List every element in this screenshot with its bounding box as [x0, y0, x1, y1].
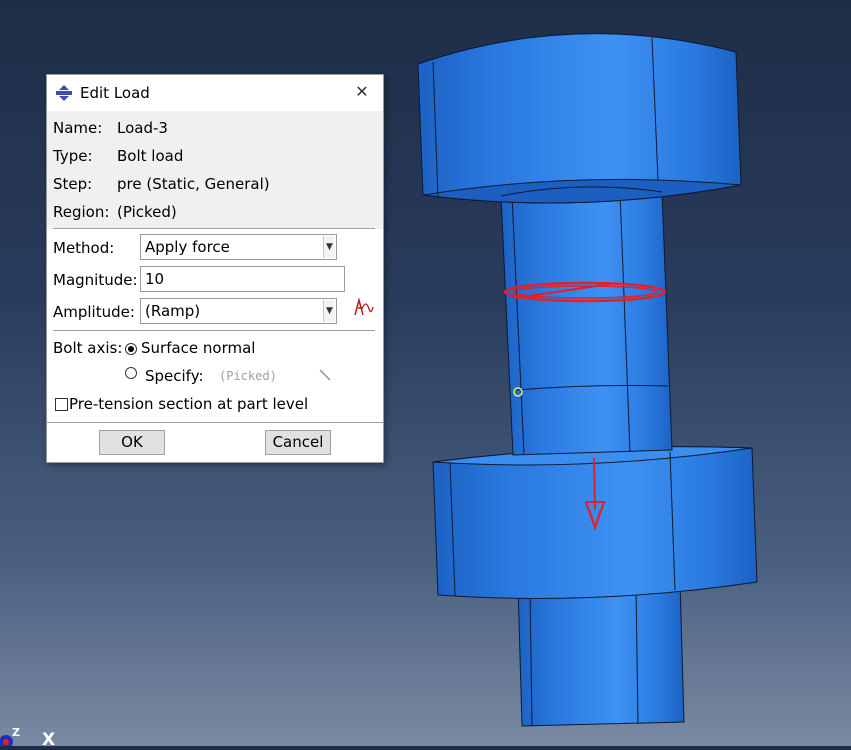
create-amplitude-icon[interactable] — [353, 297, 375, 317]
load-manager-icon — [56, 85, 72, 101]
amplitude-select[interactable]: (Ramp) ▼ — [140, 298, 337, 324]
method-value: Apply force — [145, 238, 230, 256]
divider — [53, 228, 375, 229]
ok-button[interactable]: OK — [99, 430, 165, 455]
select-vector-icon[interactable] — [317, 367, 333, 383]
bolt-axis-label: Bolt axis: — [53, 339, 123, 357]
edit-load-dialog: Edit Load ✕ Name: Load-3 Type: Bolt load… — [46, 74, 384, 463]
amplitude-label: Amplitude: — [53, 303, 135, 321]
surface-normal-label[interactable]: Surface normal — [141, 339, 255, 357]
load-info-panel: Name: Load-3 Type: Bolt load Step: pre (… — [47, 111, 383, 229]
dialog-title: Edit Load — [80, 84, 150, 102]
divider — [47, 422, 383, 423]
triad-x-label: X — [42, 730, 55, 746]
method-label: Method: — [53, 239, 115, 257]
info-step-value: pre (Static, General) — [117, 175, 270, 193]
axis-triad: X Z — [0, 724, 70, 750]
magnitude-input[interactable]: 10 — [140, 266, 345, 292]
info-type-label: Type: — [53, 147, 93, 165]
surface-normal-radio[interactable] — [125, 343, 137, 355]
cancel-button[interactable]: Cancel — [265, 430, 331, 455]
info-name-label: Name: — [53, 119, 103, 137]
specify-picked-value: (Picked) — [219, 369, 277, 383]
pretension-label[interactable]: Pre-tension section at part level — [69, 395, 308, 413]
specify-radio[interactable] — [125, 367, 137, 379]
pretension-checkbox[interactable] — [55, 398, 68, 411]
info-region-label: Region: — [53, 203, 110, 221]
triad-z-label: Z — [12, 726, 20, 739]
amplitude-value: (Ramp) — [145, 302, 201, 320]
chevron-down-icon: ▼ — [323, 300, 335, 322]
close-button[interactable]: ✕ — [351, 81, 373, 103]
bolt-head — [417, 33, 742, 204]
dialog-titlebar[interactable]: Edit Load ✕ — [47, 75, 383, 111]
info-step-label: Step: — [53, 175, 93, 193]
info-region-value: (Picked) — [117, 203, 177, 221]
specify-label[interactable]: Specify: — [145, 367, 204, 385]
bottom-shank — [517, 581, 685, 727]
magnitude-label: Magnitude: — [53, 271, 138, 289]
divider — [53, 330, 375, 331]
middle-shank — [500, 191, 673, 456]
magnitude-value: 10 — [145, 270, 165, 288]
chevron-down-icon: ▼ — [323, 236, 335, 258]
method-select[interactable]: Apply force ▼ — [140, 234, 337, 260]
info-name-value: Load-3 — [117, 119, 168, 137]
info-type-value: Bolt load — [117, 147, 184, 165]
